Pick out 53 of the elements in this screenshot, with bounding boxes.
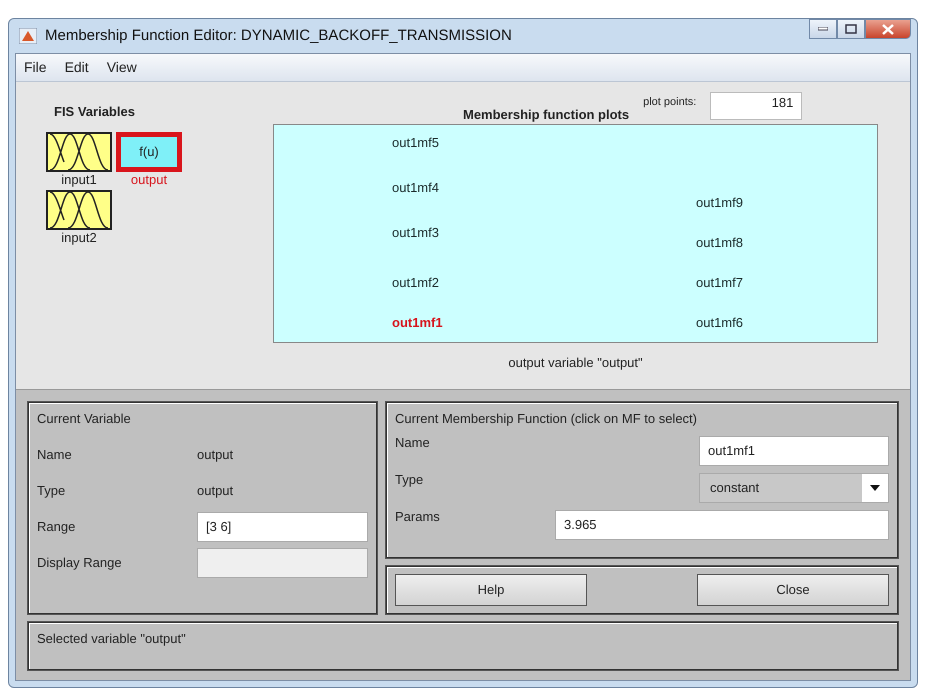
variable-label: input2 [61,230,97,248]
plot-points-label: plot points: [643,95,696,110]
minimize-button[interactable] [809,19,837,39]
mf-label[interactable]: out1mf5 [392,133,439,152]
field-label: Params [395,508,441,526]
params-field[interactable]: 3.965 [555,510,889,540]
window-title: Membership Function Editor: DYNAMIC_BACKOFF_TRANSMISSION [45,26,512,46]
field-label: Name [37,446,73,464]
mf-label[interactable]: out1mf1 [392,313,443,332]
mf-label[interactable]: out1mf9 [696,193,743,212]
menu-item[interactable]: View [106,57,137,78]
section-title: FIS Variables [54,103,136,121]
output-variable-button[interactable]: f(u) [116,132,182,172]
menu-item[interactable]: File [24,57,47,78]
name-field[interactable]: out1mf1 [699,436,889,466]
panel-title: Current Membership Function (click on MF to select) [395,410,698,428]
panel-title: Current Variable [37,410,132,428]
mf-label[interactable]: out1mf3 [392,223,439,242]
maximize-button[interactable] [837,19,865,39]
plot-area[interactable]: out1mf5 out1mf4 out1mf9 out1mf3 out1mf8 out1mf2 out1mf7 out1mf1 out1mf6 [273,124,878,343]
app-icon [19,28,37,44]
close-icon [882,24,894,34]
mf-label[interactable]: out1mf7 [696,273,743,292]
status-text: Selected variable "output" [37,631,186,646]
field-label: Type [395,470,424,489]
mf-label[interactable]: out1mf6 [696,313,743,332]
menu-item[interactable]: Edit [64,57,89,78]
type-dropdown[interactable]: constant [699,473,889,503]
mf-label[interactable]: out1mf2 [392,273,439,292]
membership-curves-icon[interactable] [46,132,112,172]
range-field[interactable]: [3 6] [197,512,368,542]
minimize-icon [818,27,828,31]
maximize-icon [845,24,857,34]
field-label: Display Range [37,554,123,572]
field-label: Type [37,482,66,500]
plot-title: Membership function plots [463,106,630,124]
plot-caption: output variable "output" [507,354,644,372]
membership-curves-icon[interactable] [46,190,112,230]
dropdown-value: constant [710,479,760,498]
mf-label[interactable]: out1mf4 [392,178,439,198]
plot-points-field[interactable]: 181 [710,92,802,120]
field-value: output [197,482,234,500]
close-button[interactable] [865,19,911,39]
dialog-button[interactable]: Help [395,574,587,606]
field-label: Name [395,434,431,452]
variable-label: output [130,172,168,188]
dialog-button[interactable]: Close [697,574,889,606]
display-range-field[interactable] [197,548,368,578]
variable-label: input1 [61,172,97,188]
field-label: Range [37,518,76,536]
caret-icon [862,474,888,502]
mf-label[interactable]: out1mf8 [696,233,743,252]
field-value: output [197,446,234,464]
